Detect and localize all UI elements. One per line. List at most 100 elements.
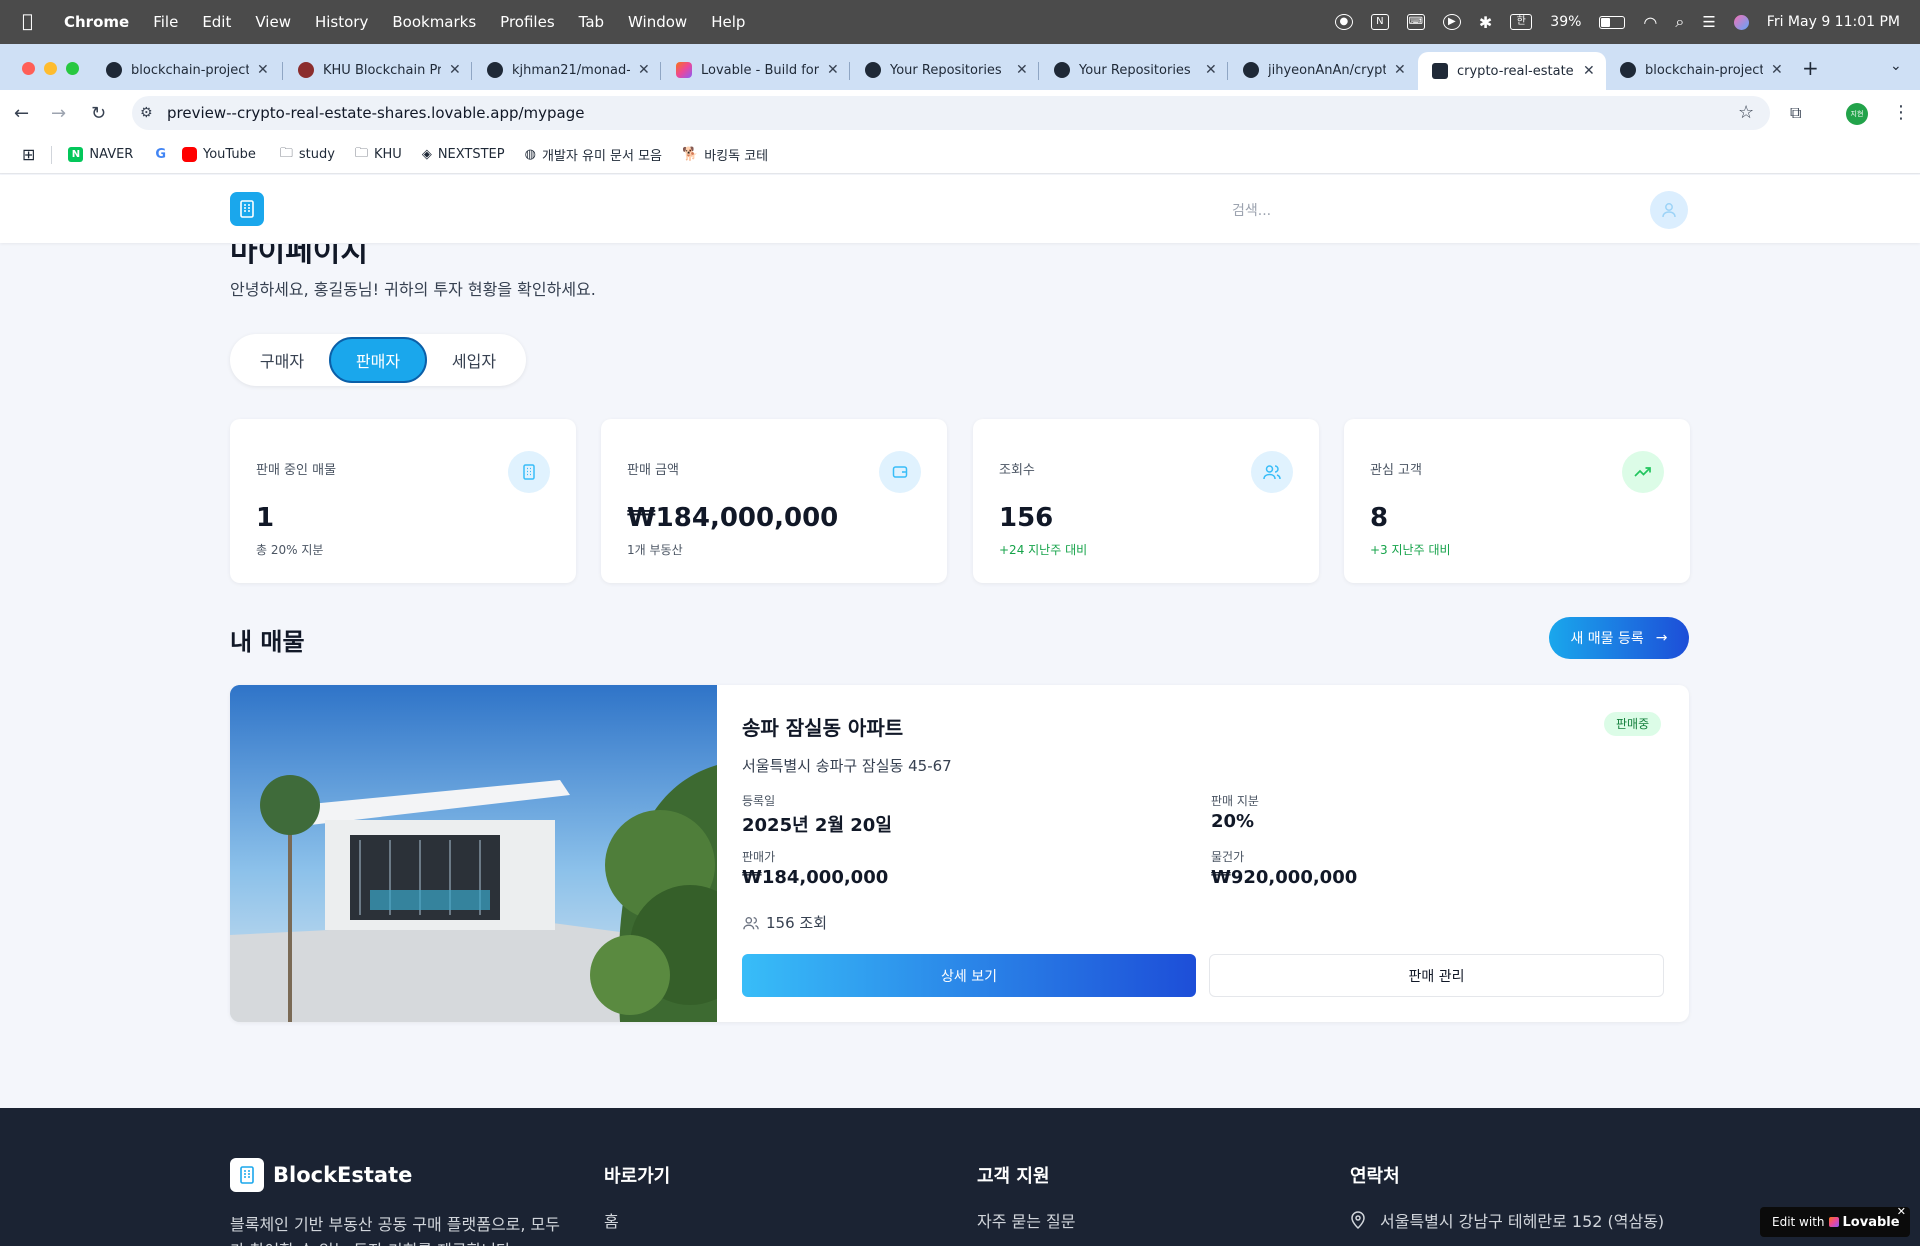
bluetooth-icon[interactable]: ✱ [1479, 13, 1492, 32]
footer-logo[interactable] [230, 1158, 264, 1192]
zoom-window-button[interactable] [66, 62, 79, 75]
view-details-button[interactable]: 상세 보기 [742, 954, 1196, 997]
header-search-input[interactable]: 검색... [1232, 200, 1271, 220]
menu-window[interactable]: Window [628, 13, 687, 31]
bookmark-yumi-docs[interactable]: ◍ 개발자 유미 문서 모음 [525, 145, 662, 164]
github-icon [487, 62, 503, 78]
github-icon [865, 62, 881, 78]
macos-menubar:  Chrome File Edit View History Bookmark… [0, 0, 1920, 44]
users-icon [1251, 451, 1293, 493]
user-icon [1662, 203, 1676, 218]
profile-avatar[interactable]: 지현 [1846, 103, 1868, 125]
site-settings-icon[interactable]: ⚙ [140, 105, 153, 121]
back-button[interactable]: ← [14, 103, 29, 124]
lovable-heart-icon [1828, 1217, 1839, 1227]
close-tab-icon[interactable]: ✕ [1205, 62, 1217, 78]
footer-link-home[interactable]: 홈 [604, 1208, 619, 1232]
close-window-button[interactable] [22, 62, 35, 75]
browser-tab[interactable]: jihyeonAnAn/crypt ✕ [1229, 52, 1406, 88]
bookmark-nextstep[interactable]: ◈ NEXTSTEP [422, 147, 505, 162]
bookmark-star-icon[interactable]: ☆ [1738, 102, 1754, 123]
browser-tab[interactable]: Your Repositories ✕ [851, 52, 1028, 88]
bookmark-naver[interactable]: N NAVER [68, 147, 133, 162]
wifi-icon[interactable]: ◠ [1643, 13, 1657, 32]
close-tab-icon[interactable]: ✕ [1583, 63, 1595, 79]
property-title[interactable]: 송파 잠실동 아파트 [742, 712, 903, 741]
address-url[interactable]: preview--crypto-real-estate-shares.lovab… [167, 104, 585, 122]
sale-price-label: 판매가 [742, 850, 776, 864]
apps-grid-icon[interactable]: ⊞ [22, 145, 35, 164]
status-badge: 판매중 [1604, 712, 1662, 736]
tab-search-chevron-icon[interactable]: ⌄ [1890, 58, 1902, 74]
extensions-icon[interactable]: ⧉ [1790, 103, 1801, 123]
close-badge-icon[interactable]: ✕ [1897, 1205, 1906, 1218]
menu-bookmarks[interactable]: Bookmarks [392, 13, 476, 31]
play-icon[interactable]: ▶ [1442, 14, 1461, 30]
screen-record-icon[interactable]: ● [1334, 14, 1353, 30]
browser-tab-active[interactable]: crypto-real-estate ✕ [1418, 52, 1606, 90]
close-tab-icon[interactable]: ✕ [827, 62, 839, 78]
menu-tab[interactable]: Tab [579, 13, 604, 31]
lovable-heart-icon [1432, 63, 1448, 79]
reload-button[interactable]: ↻ [91, 103, 106, 124]
close-tab-icon[interactable]: ✕ [449, 62, 461, 78]
browser-tab[interactable]: blockchain-project ✕ [1606, 52, 1783, 88]
new-listing-button[interactable]: 새 매물 등록 → [1549, 617, 1689, 659]
apple-icon[interactable]:  [22, 13, 38, 31]
menu-profiles[interactable]: Profiles [500, 13, 554, 31]
edit-with-lovable-badge[interactable]: Edit with Lovable ✕ [1760, 1205, 1910, 1237]
close-tab-icon[interactable]: ✕ [638, 62, 650, 78]
siri-icon[interactable] [1733, 14, 1749, 30]
bookmark-khu[interactable]: 🗀 KHU [355, 144, 402, 166]
more-menu-icon[interactable]: ⋮ [1892, 102, 1910, 123]
menu-history[interactable]: History [315, 13, 368, 31]
browser-tab[interactable]: blockchain-project ✕ [92, 52, 269, 88]
menu-help[interactable]: Help [711, 13, 745, 31]
folder-icon: 🗀 [279, 145, 293, 161]
bookmark-youtube[interactable]: YouTube [182, 147, 256, 162]
forward-button[interactable]: → [51, 103, 66, 124]
footer-link-faq[interactable]: 자주 묻는 질문 [977, 1208, 1076, 1232]
menu-view[interactable]: View [255, 13, 291, 31]
browser-tab[interactable]: Lovable - Build for ✕ [662, 52, 839, 88]
user-avatar-button[interactable] [1650, 191, 1688, 229]
tab-tenant[interactable]: 세입자 [436, 337, 512, 383]
tab-buyer[interactable]: 구매자 [244, 337, 320, 383]
globe-icon: ◍ [524, 147, 536, 162]
menu-app-name[interactable]: Chrome [64, 13, 129, 31]
tab-seller[interactable]: 판매자 [329, 337, 427, 383]
notion-icon[interactable]: N [1370, 14, 1389, 30]
menu-file[interactable]: File [153, 13, 178, 31]
manage-sale-button[interactable]: 판매 관리 [1209, 954, 1664, 997]
github-icon [106, 62, 122, 78]
wallet-icon [879, 451, 921, 493]
close-tab-icon[interactable]: ✕ [257, 62, 269, 78]
footer-heading-support: 고객 지원 [977, 1166, 1050, 1187]
greeting-text: 안녕하세요, 홍길동님! 귀하의 투자 현황을 확인하세요. [230, 280, 596, 299]
github-icon [1620, 62, 1636, 78]
bookmark-barkingdog[interactable]: 🐕 바킹독 코테 [682, 145, 768, 164]
control-center-icon[interactable]: ☰ [1702, 13, 1715, 31]
building-icon [240, 1166, 254, 1184]
minimize-window-button[interactable] [44, 62, 57, 75]
battery-icon[interactable] [1599, 15, 1626, 29]
close-tab-icon[interactable]: ✕ [1771, 62, 1783, 78]
menu-edit[interactable]: Edit [202, 13, 231, 31]
close-tab-icon[interactable]: ✕ [1016, 62, 1028, 78]
input-method-icon[interactable]: 한 [1510, 14, 1533, 30]
browser-tab[interactable]: KHU Blockchain Pr ✕ [284, 52, 461, 88]
browser-tab[interactable]: Your Repositories ✕ [1040, 52, 1217, 88]
datetime[interactable]: Fri May 9 11:01 PM [1767, 14, 1900, 30]
app-logo[interactable] [230, 192, 264, 226]
registered-date: 2025년 2월 20일 [742, 815, 892, 836]
close-tab-icon[interactable]: ✕ [1394, 62, 1406, 78]
google-icon[interactable]: G [155, 147, 166, 162]
new-tab-button[interactable]: + [1802, 56, 1819, 80]
bookmark-study[interactable]: 🗀 study [280, 144, 335, 166]
keyboard-icon[interactable]: ⌨ [1406, 14, 1425, 30]
browser-tab[interactable]: kjhman21/monad-s ✕ [473, 52, 650, 88]
spotlight-icon[interactable]: ⌕ [1675, 12, 1684, 32]
trending-up-icon [1622, 451, 1664, 493]
github-icon [1054, 62, 1070, 78]
window-controls [22, 62, 79, 75]
